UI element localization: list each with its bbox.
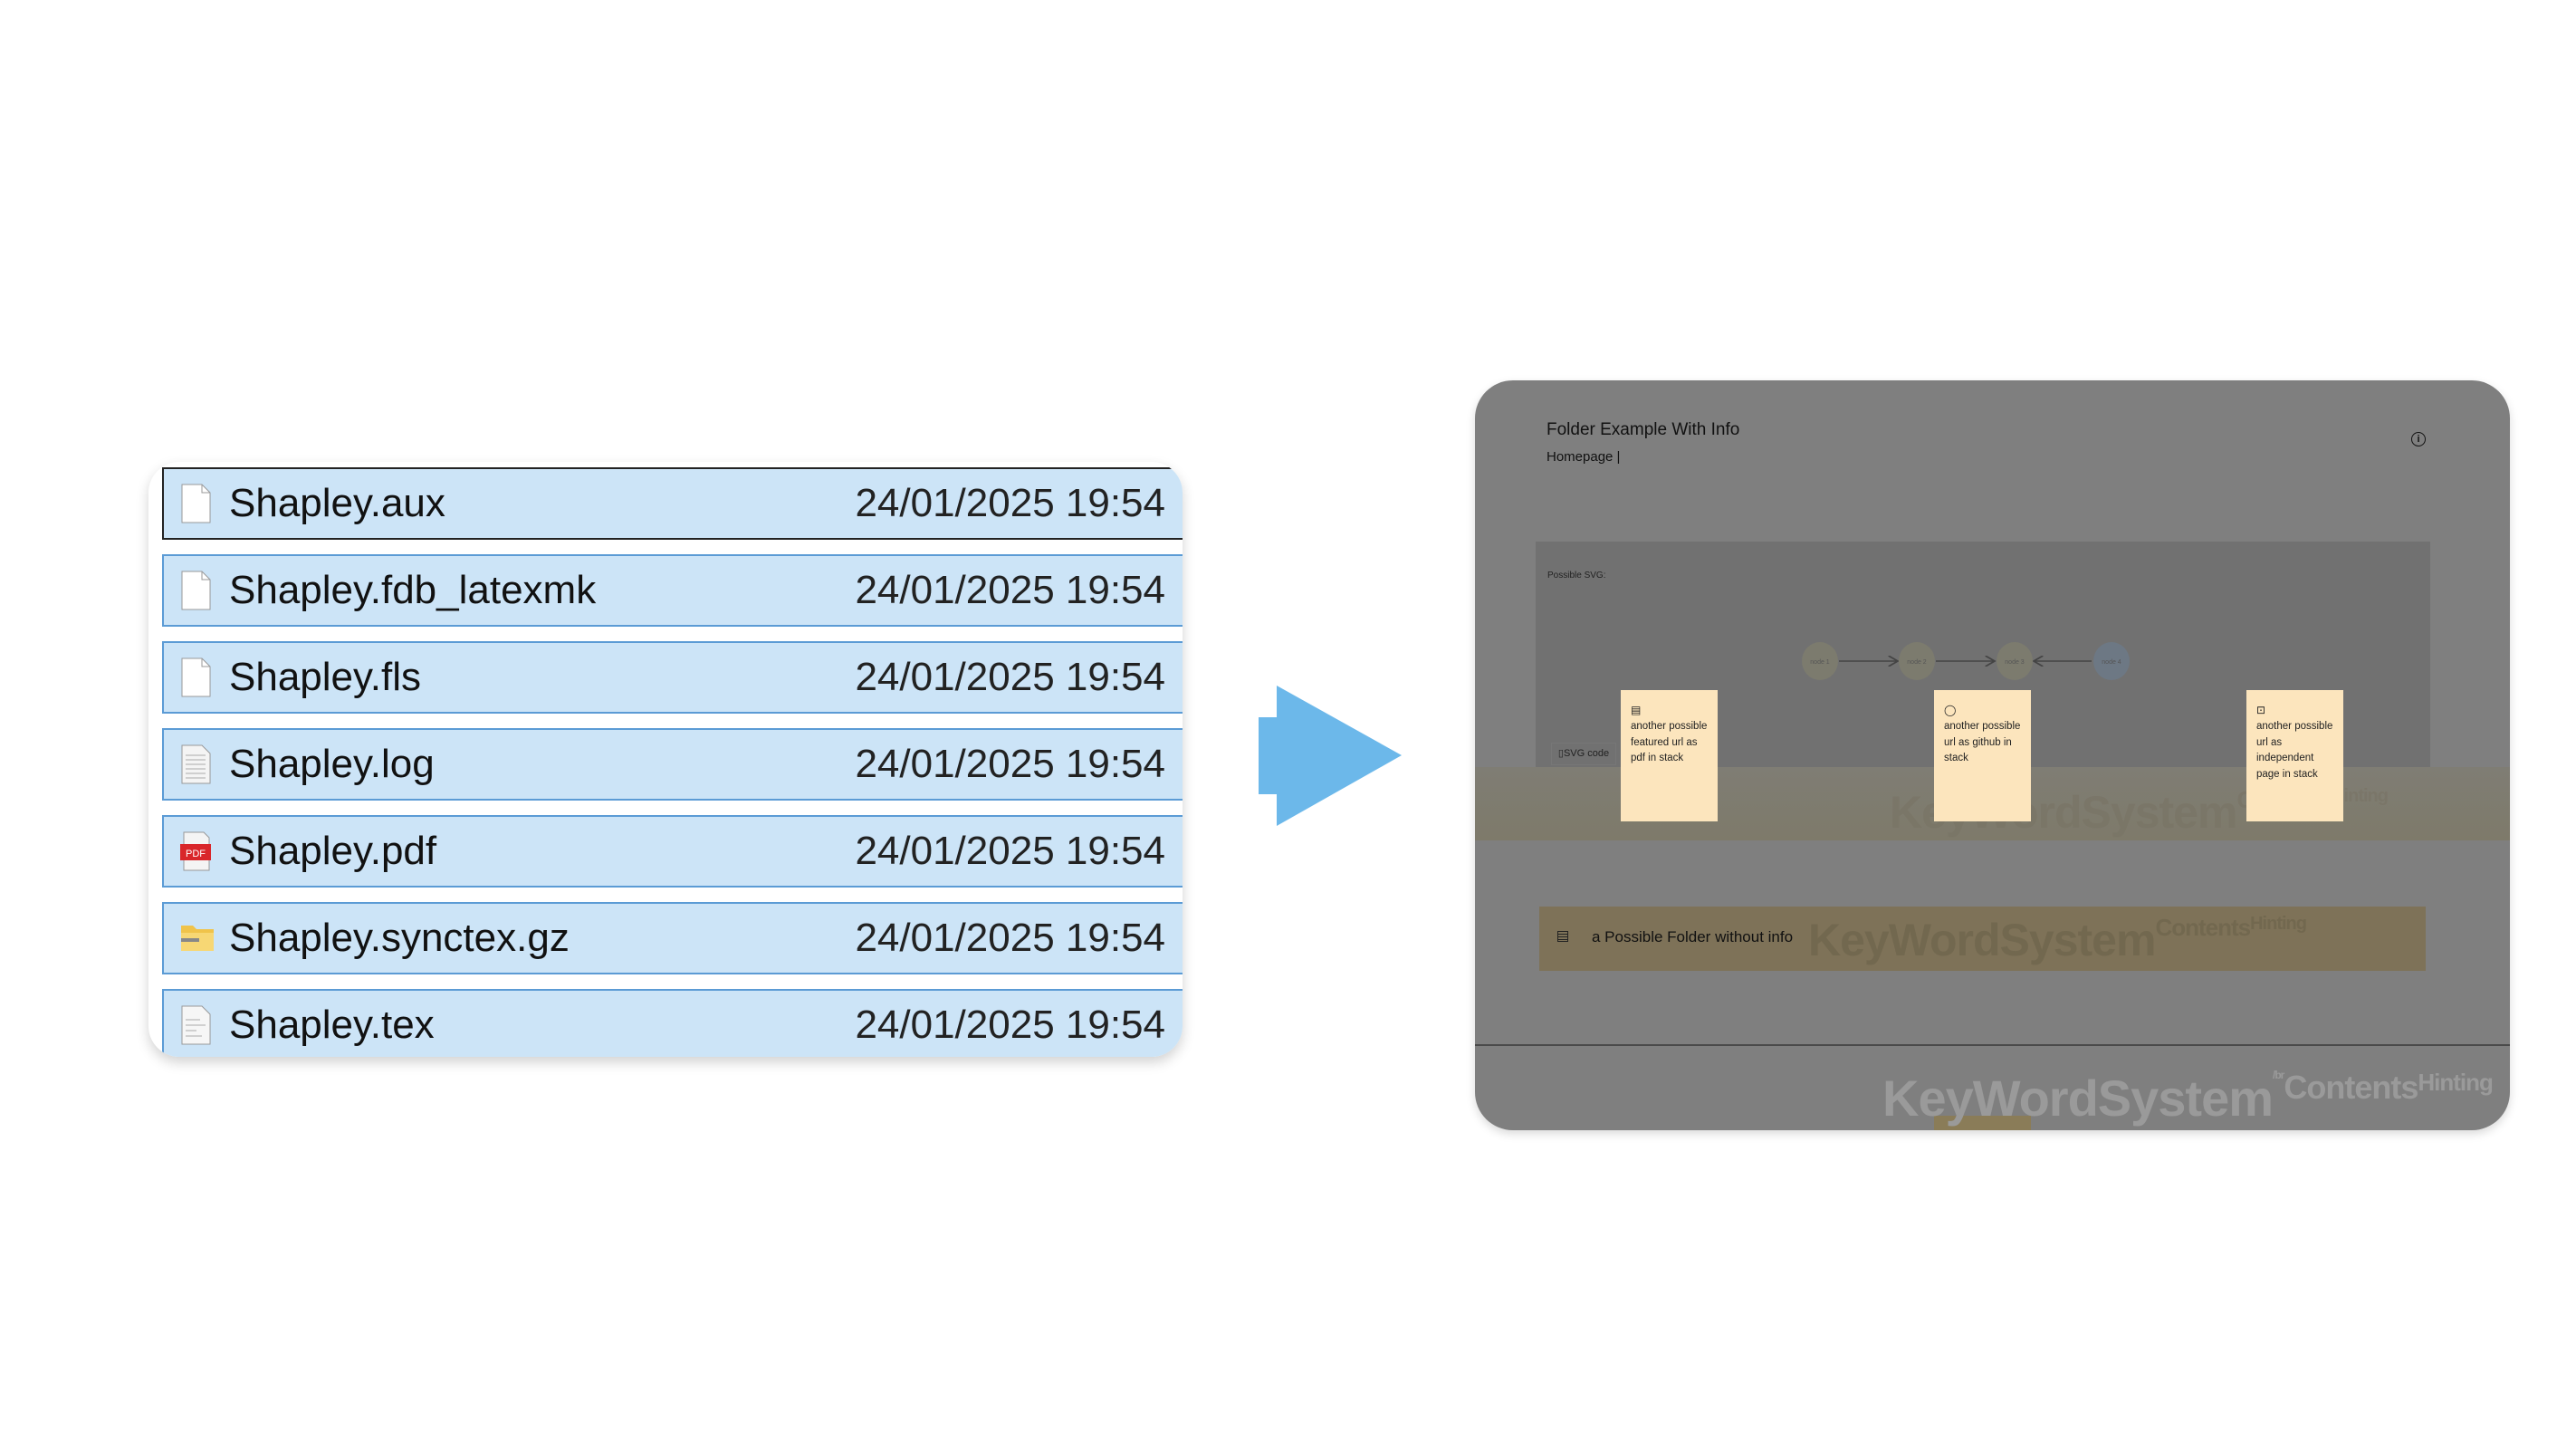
file-date: 24/01/2025 19:54 — [855, 655, 1165, 699]
file-row[interactable]: PDF Shapley.pdf 24/01/2025 19:54 — [162, 815, 1183, 888]
watermark-tail2: Hinting — [2250, 914, 2307, 934]
watermark-tail2: Hinting — [2418, 1069, 2494, 1096]
file-date: 24/01/2025 19:54 — [855, 742, 1165, 786]
tex-file-icon — [180, 1005, 211, 1045]
file-date: 24/01/2025 19:54 — [855, 481, 1165, 525]
watermark-main: KeyWordSystem — [1882, 1070, 2274, 1127]
breadcrumb-homepage[interactable]: Homepage | — [1547, 449, 1620, 465]
card-pdf[interactable]: ▤ another possible featured url as pdf i… — [1621, 690, 1718, 821]
file-name: Shapley.log — [229, 742, 435, 786]
graph-node-label: node 4 — [2102, 659, 2121, 666]
blank-file-icon — [180, 571, 211, 610]
file-name: Shapley.pdf — [229, 829, 437, 873]
folder-watermark: KeyWordSystemContentsHinting — [1808, 914, 2307, 966]
folder-label: a Possible Folder without info — [1592, 928, 1794, 945]
folder-item[interactable]: KeyWordSystemContentsHinting a Possible … — [1539, 907, 2426, 971]
file-row[interactable]: Shapley.synctex.gz 24/01/2025 19:54 — [162, 902, 1183, 974]
svg-text:PDF: PDF — [186, 849, 206, 859]
file-name: Shapley.synctex.gz — [229, 916, 570, 960]
file-row[interactable]: Shapley.aux 24/01/2025 19:54 — [162, 467, 1183, 540]
graph-node-label: node 2 — [1907, 659, 1927, 666]
watermark-main: KeyWordSystem — [1808, 915, 2156, 965]
file-row[interactable]: Shapley.fls 24/01/2025 19:54 — [162, 641, 1183, 714]
right-arrow-icon — [1259, 686, 1402, 826]
blank-file-icon — [180, 484, 211, 523]
file-name: Shapley.fls — [229, 655, 421, 699]
svg-code-button[interactable]: ▯SVG code — [1551, 743, 1616, 765]
pdf-icon: ▤ — [1631, 704, 1642, 716]
card-text: another possible featured url as pdf in … — [1631, 721, 1708, 763]
pdf-file-icon: PDF — [180, 831, 211, 871]
file-list: Shapley.aux 24/01/2025 19:54 Shapley.fdb… — [148, 462, 1183, 1057]
file-name: Shapley.tex — [229, 1003, 435, 1047]
file-date: 24/01/2025 19:54 — [855, 829, 1165, 873]
folder-list-icon — [1557, 931, 1568, 942]
blank-file-icon — [180, 657, 211, 697]
card-github[interactable]: ◯ another possible url as github in stac… — [1934, 690, 2031, 821]
graph-node-label: node 1 — [1810, 659, 1830, 666]
watermark-sup: /br — [2273, 1069, 2284, 1081]
divider — [1475, 1044, 2510, 1046]
card-text: another possible url as github in stack — [1944, 721, 2021, 763]
file-name: Shapley.aux — [229, 481, 445, 525]
svg-code-label: SVG code — [1563, 748, 1610, 759]
panel-title: Folder Example With Info — [1547, 420, 1740, 439]
card-text: another possible url as independent page… — [2256, 721, 2333, 780]
watermark-tail: Contents — [2155, 914, 2251, 941]
file-name: Shapley.fdb_latexmk — [229, 568, 597, 612]
file-date: 24/01/2025 19:54 — [855, 568, 1165, 612]
page-icon: ⊡ — [2256, 704, 2266, 716]
card-page[interactable]: ⊡ another possible url as independent pa… — [2246, 690, 2343, 821]
file-date: 24/01/2025 19:54 — [855, 916, 1165, 960]
watermark-tail: Contents — [2284, 1069, 2418, 1106]
file-row[interactable]: Shapley.log 24/01/2025 19:54 — [162, 728, 1183, 801]
file-row[interactable]: Shapley.tex 24/01/2025 19:54 — [162, 989, 1183, 1057]
text-file-icon — [180, 744, 211, 784]
info-icon[interactable]: i — [2411, 432, 2426, 446]
graph-node-label: node 3 — [2005, 659, 2025, 666]
footer-watermark: KeyWordSystem/brContentsHinting — [1882, 1069, 2494, 1128]
file-date: 24/01/2025 19:54 — [855, 1003, 1165, 1047]
folder-panel: Folder Example With Info Homepage | i Ke… — [1475, 380, 2510, 1130]
zip-folder-icon — [180, 918, 214, 958]
file-row[interactable]: Shapley.fdb_latexmk 24/01/2025 19:54 — [162, 554, 1183, 627]
github-icon: ◯ — [1944, 704, 1957, 716]
